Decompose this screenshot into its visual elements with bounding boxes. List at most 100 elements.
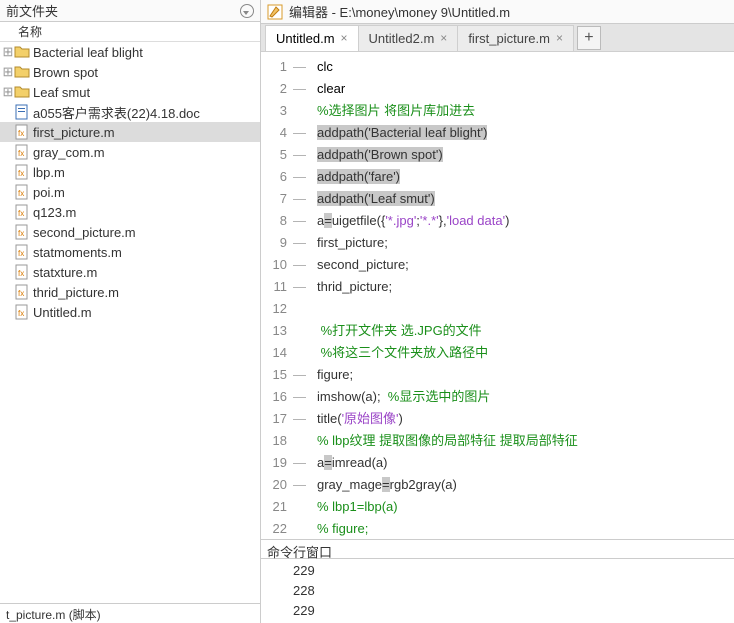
folder-icon	[14, 84, 30, 100]
m-icon: fx	[14, 244, 30, 260]
file-row-3[interactable]: a055客户需求表(22)4.18.doc	[0, 102, 260, 122]
code-line-6[interactable]: addpath('fare')	[317, 166, 728, 188]
m-icon: fx	[14, 164, 30, 180]
file-label: statmoments.m	[33, 245, 122, 260]
tree-toggle-icon[interactable]: ⊞	[2, 44, 14, 60]
file-row-1[interactable]: ⊞ Brown spot	[0, 62, 260, 82]
svg-text:fx: fx	[18, 129, 24, 138]
code-line-21[interactable]: % lbp1=lbp(a)	[317, 496, 728, 518]
file-row-12[interactable]: fx thrid_picture.m	[0, 282, 260, 302]
code-line-12[interactable]	[317, 298, 728, 320]
code-line-14[interactable]: %将这三个文件夹放入路径中	[317, 342, 728, 364]
code-line-10[interactable]: second_picture;	[317, 254, 728, 276]
doc-icon	[14, 104, 30, 120]
folder-icon	[14, 44, 30, 60]
code-line-20[interactable]: gray_mage=rgb2gray(a)	[317, 474, 728, 496]
folder-panel-header: 前文件夹	[0, 0, 260, 22]
file-row-13[interactable]: fx Untitled.m	[0, 302, 260, 322]
file-row-5[interactable]: fx gray_com.m	[0, 142, 260, 162]
svg-text:fx: fx	[18, 249, 24, 258]
gutter: 1—2—34—5—6—7—8—9—10—11—12131415—16—17—18…	[261, 52, 311, 539]
svg-text:fx: fx	[18, 169, 24, 178]
file-row-7[interactable]: fx poi.m	[0, 182, 260, 202]
file-row-11[interactable]: fxstatxture.m	[0, 262, 260, 282]
code-line-9[interactable]: first_picture;	[317, 232, 728, 254]
tab-0[interactable]: Untitled.m ×	[265, 25, 359, 51]
file-label: thrid_picture.m	[33, 285, 119, 300]
svg-text:fx: fx	[18, 289, 24, 298]
statusbar: t_picture.m (脚本)	[0, 603, 260, 623]
file-label: Untitled.m	[33, 305, 92, 320]
file-list[interactable]: ⊞ Bacterial leaf blight ⊞ Brown spot ⊞ Leaf s…	[0, 42, 260, 323]
code-line-18[interactable]: % lbp纹理 提取图像的局部特征 提取局部特征	[317, 430, 728, 452]
panel-dropdown-icon[interactable]	[240, 4, 254, 18]
svg-text:fx: fx	[18, 229, 24, 238]
close-icon[interactable]: ×	[440, 31, 447, 45]
command-window[interactable]: 229228229	[261, 559, 734, 623]
m-icon: fx	[14, 224, 30, 240]
cmd-output-line: 229	[293, 601, 728, 621]
cmd-output-line: 228	[293, 581, 728, 601]
tab-label: Untitled2.m	[369, 31, 435, 46]
code-line-2[interactable]: clear	[317, 78, 728, 100]
svg-text:fx: fx	[18, 149, 24, 158]
file-row-4[interactable]: fx first_picture.m	[0, 122, 260, 142]
code-line-4[interactable]: addpath('Bacterial leaf blight')	[317, 122, 728, 144]
editor-icon	[267, 4, 283, 20]
code-line-5[interactable]: addpath('Brown spot')	[317, 144, 728, 166]
folder-panel-title: 前文件夹	[6, 1, 236, 20]
tab-new-button[interactable]: +	[577, 26, 601, 50]
file-label: gray_com.m	[33, 145, 105, 160]
tab-2[interactable]: first_picture.m ×	[457, 25, 574, 51]
code-line-7[interactable]: addpath('Leaf smut')	[317, 188, 728, 210]
code-line-1[interactable]: clc	[317, 56, 728, 78]
file-label: poi.m	[33, 185, 65, 200]
file-label: Brown spot	[33, 65, 98, 80]
svg-text:fx: fx	[18, 209, 24, 218]
tab-label: first_picture.m	[468, 31, 550, 46]
current-folder-panel: 前文件夹 名称 ⊞ Bacterial leaf blight ⊞ Brown spo…	[0, 0, 261, 623]
editor-body: 1—2—34—5—6—7—8—9—10—11—12131415—16—17—18…	[261, 52, 734, 539]
m-icon: fx	[14, 184, 30, 200]
file-row-9[interactable]: fxsecond_picture.m	[0, 222, 260, 242]
file-label: Bacterial leaf blight	[33, 45, 143, 60]
file-row-6[interactable]: fx lbp.m	[0, 162, 260, 182]
cmd-output-line: 229	[293, 561, 728, 581]
editor-header: 编辑器 - E:\money\money 9\Untitled.m	[261, 0, 734, 24]
svg-text:fx: fx	[18, 309, 24, 318]
code-line-11[interactable]: thrid_picture;	[317, 276, 728, 298]
tab-1[interactable]: Untitled2.m ×	[358, 25, 459, 51]
file-label: lbp.m	[33, 165, 65, 180]
svg-text:fx: fx	[18, 269, 24, 278]
column-header-name[interactable]: 名称	[0, 22, 260, 42]
m-icon: fx	[14, 304, 30, 320]
m-icon: fx	[14, 284, 30, 300]
close-icon[interactable]: ×	[341, 31, 348, 45]
code-line-15[interactable]: figure;	[317, 364, 728, 386]
file-row-10[interactable]: fx statmoments.m	[0, 242, 260, 262]
code-line-13[interactable]: %打开文件夹 选.JPG的文件	[317, 320, 728, 342]
code-area[interactable]: clcclear%选择图片 将图片库加进去addpath('Bacterial …	[311, 52, 734, 539]
code-line-8[interactable]: a=uigetfile({'*.jpg';'*.*'},'load data')	[317, 210, 728, 232]
tab-label: Untitled.m	[276, 31, 335, 46]
code-line-19[interactable]: a=imread(a)	[317, 452, 728, 474]
tree-toggle-icon[interactable]: ⊞	[2, 64, 14, 80]
code-line-3[interactable]: %选择图片 将图片库加进去	[317, 100, 728, 122]
close-icon[interactable]: ×	[556, 31, 563, 45]
file-label: Leaf smut	[33, 85, 90, 100]
file-label: first_picture.m	[33, 125, 115, 140]
m-icon: fx	[14, 144, 30, 160]
file-row-2[interactable]: ⊞ Leaf smut	[0, 82, 260, 102]
tree-toggle-icon[interactable]: ⊞	[2, 84, 14, 100]
svg-text:fx: fx	[18, 189, 24, 198]
code-line-22[interactable]: % figure;	[317, 518, 728, 539]
m-icon: fx	[14, 264, 30, 280]
file-row-8[interactable]: fxq123.m	[0, 202, 260, 222]
m-icon: fx	[14, 204, 30, 220]
folder-icon	[14, 64, 30, 80]
m-icon: fx	[14, 124, 30, 140]
editor-panel: 编辑器 - E:\money\money 9\Untitled.m Untitl…	[261, 0, 734, 623]
file-row-0[interactable]: ⊞ Bacterial leaf blight	[0, 42, 260, 62]
code-line-17[interactable]: title('原始图像')	[317, 408, 728, 430]
code-line-16[interactable]: imshow(a); %显示选中的图片	[317, 386, 728, 408]
